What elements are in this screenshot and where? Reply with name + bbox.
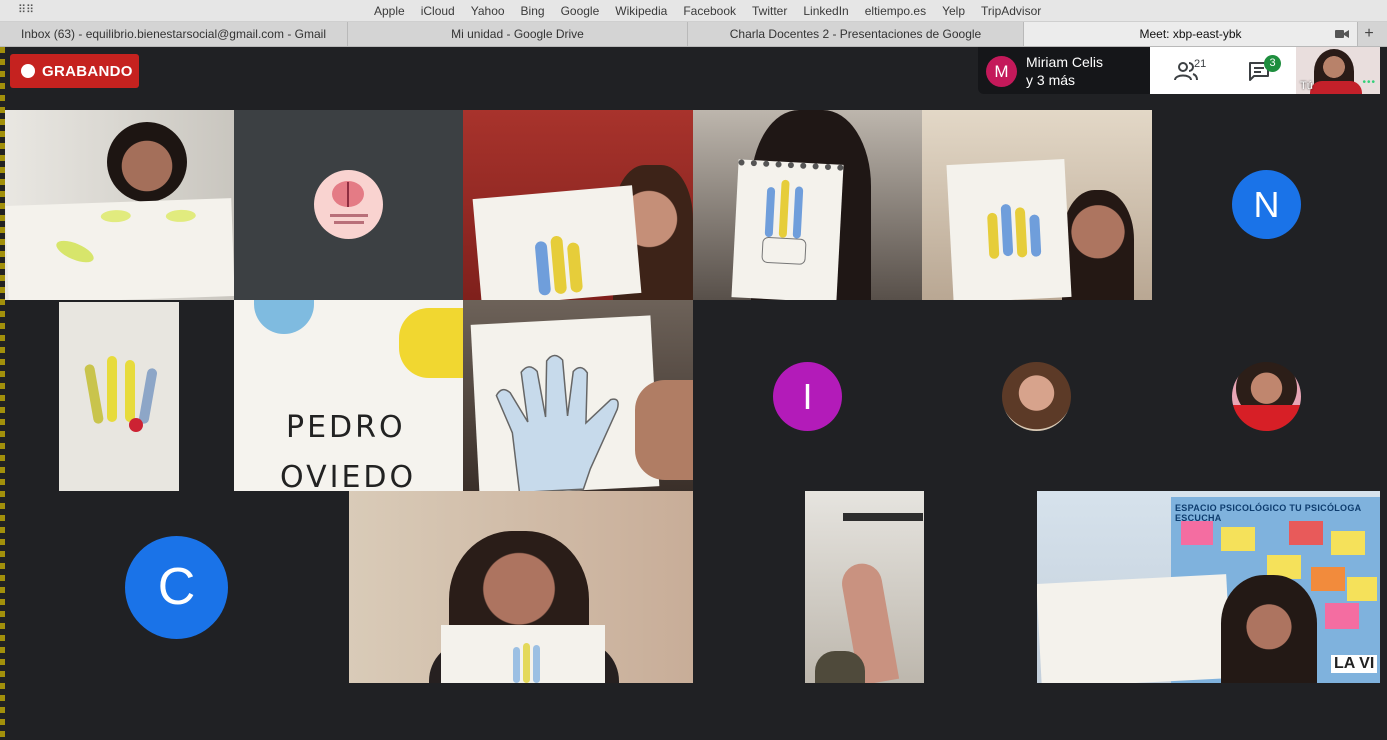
bookmark-yahoo[interactable]: Yahoo xyxy=(463,0,513,22)
participant-photo-avatar xyxy=(1232,362,1301,431)
apps-grid-icon[interactable]: ⠿⠿ xyxy=(18,4,34,16)
bookmark-bing[interactable]: Bing xyxy=(513,0,553,22)
participant-tile-16[interactable]: ESPACIO PSICOLÓGICO TU PSICÓLOGA ESCUCHA… xyxy=(1037,491,1380,683)
self-label: Tú xyxy=(1300,80,1313,92)
presenter-avatar: M xyxy=(986,56,1017,87)
hand-drawing xyxy=(441,625,605,683)
camera-icon xyxy=(1335,30,1349,38)
avatar-n: N xyxy=(1232,170,1301,239)
hand-drawing xyxy=(1037,574,1232,683)
tab-gmail[interactable]: Inbox (63) - equilibrio.bienestarsocial@… xyxy=(0,22,348,46)
mural-footer: LA VI xyxy=(1331,655,1378,673)
participant-tile-7[interactable] xyxy=(5,300,234,491)
self-view[interactable]: Tú ••• xyxy=(1296,47,1380,94)
bookmark-eltiempo[interactable]: eltiempo.es xyxy=(857,0,934,22)
participant-tile-5[interactable] xyxy=(922,110,1152,300)
bookmark-yelp[interactable]: Yelp xyxy=(934,0,973,22)
participant-photo-avatar xyxy=(1002,362,1071,431)
hand-drawing xyxy=(5,198,234,300)
hand-drawing xyxy=(470,315,660,491)
decor-blue xyxy=(254,300,314,334)
bookmark-wikipedia[interactable]: Wikipedia xyxy=(607,0,675,22)
avatar-i: I xyxy=(773,362,842,431)
participant-tile-2[interactable] xyxy=(234,110,463,300)
recording-label: GRABANDO xyxy=(42,62,133,80)
presenter-info[interactable]: M Miriam Celis y 3 más xyxy=(978,47,1150,94)
bookmark-apple[interactable]: Apple xyxy=(366,0,413,22)
people-count: 21 xyxy=(1194,58,1207,70)
participant-face xyxy=(1221,575,1317,683)
bookmark-icloud[interactable]: iCloud xyxy=(413,0,463,22)
chat-badge: 3 xyxy=(1264,55,1281,72)
participant-tile-14[interactable] xyxy=(349,491,693,683)
bookmark-tripadvisor[interactable]: TripAdvisor xyxy=(973,0,1049,22)
bookmark-google[interactable]: Google xyxy=(553,0,608,22)
participant-video xyxy=(805,491,924,683)
avatar-c: C xyxy=(125,536,228,639)
bookmark-linkedin[interactable]: LinkedIn xyxy=(795,0,856,22)
tab-meet[interactable]: Meet: xbp-east-ybk xyxy=(1024,22,1358,46)
meet-window: GRABANDO M Miriam Celis y 3 más 21 3 Tú … xyxy=(0,47,1387,740)
browser-tabs: Inbox (63) - equilibrio.bienestarsocial@… xyxy=(0,22,1387,47)
pedro-line2: OVIEDO xyxy=(280,460,417,491)
participant-tile-12[interactable] xyxy=(1152,300,1380,491)
participant-tile-3[interactable] xyxy=(463,110,693,300)
mural-banner: ESPACIO PSICOLÓGICO TU PSICÓLOGA ESCUCHA xyxy=(1175,503,1362,523)
tab-google-slides[interactable]: Charla Docentes 2 - Presentaciones de Go… xyxy=(688,22,1024,46)
new-tab-button[interactable]: + xyxy=(1358,22,1380,46)
participant-tile-1[interactable] xyxy=(5,110,234,300)
participant-tile-15[interactable] xyxy=(693,491,1037,683)
more-dots-icon: ••• xyxy=(1362,77,1376,88)
participant-hand xyxy=(635,380,693,480)
meeting-controls: 21 3 xyxy=(1150,47,1296,94)
participant-tile-10[interactable]: I xyxy=(693,300,922,491)
participant-face xyxy=(1062,190,1134,300)
hand-drawing xyxy=(731,159,844,300)
presenter-more: y 3 más xyxy=(1026,72,1076,88)
participant-tile-4[interactable] xyxy=(693,110,922,300)
bookmarks-bar: ⠿⠿ Apple iCloud Yahoo Bing Google Wikipe… xyxy=(0,0,1387,22)
brain-icon xyxy=(330,181,368,224)
hand-drawing xyxy=(59,302,179,491)
participant-tile-9[interactable] xyxy=(463,300,693,491)
participant-tile-6[interactable]: N xyxy=(1152,110,1380,300)
decor-yellow xyxy=(399,308,463,378)
self-shirt xyxy=(1310,81,1362,94)
psicologa-logo-avatar xyxy=(314,170,383,239)
record-dot-icon xyxy=(21,64,35,78)
participant-tile-8[interactable]: PEDRO OVIEDO xyxy=(234,300,463,491)
participant-tile-13[interactable]: C xyxy=(5,491,349,683)
recording-indicator: GRABANDO xyxy=(10,54,139,88)
hand-drawing xyxy=(946,159,1072,300)
tab-google-drive[interactable]: Mi unidad - Google Drive xyxy=(348,22,688,46)
presenter-name: Miriam Celis xyxy=(1026,54,1103,70)
bookmark-twitter[interactable]: Twitter xyxy=(744,0,795,22)
participant-face xyxy=(107,122,187,202)
participant-tile-11[interactable] xyxy=(922,300,1152,491)
bookmark-facebook[interactable]: Facebook xyxy=(675,0,744,22)
pedro-line1: PEDRO xyxy=(286,410,406,445)
tab-meet-label: Meet: xbp-east-ybk xyxy=(1139,27,1242,41)
hand-drawing xyxy=(472,185,642,300)
